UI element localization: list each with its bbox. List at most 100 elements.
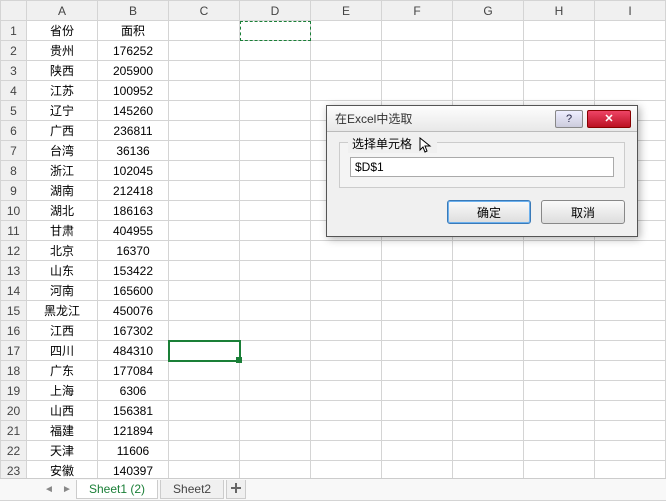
cell[interactable] (169, 41, 240, 61)
row-header[interactable]: 10 (1, 201, 27, 221)
cell[interactable]: 江苏 (27, 81, 98, 101)
cell[interactable] (453, 241, 524, 261)
cell[interactable] (595, 401, 666, 421)
dialog-titlebar[interactable]: 在Excel中选取 ? ✕ (327, 106, 637, 132)
cell[interactable] (382, 261, 453, 281)
cell[interactable]: 辽宁 (27, 101, 98, 121)
cell[interactable] (240, 21, 311, 41)
cell[interactable] (382, 321, 453, 341)
cell[interactable]: 台湾 (27, 141, 98, 161)
cell[interactable] (453, 41, 524, 61)
cell[interactable] (453, 281, 524, 301)
cell[interactable]: 贵州 (27, 41, 98, 61)
column-header[interactable]: F (382, 1, 453, 21)
cell[interactable] (382, 41, 453, 61)
cell[interactable]: 江西 (27, 321, 98, 341)
cell[interactable] (169, 381, 240, 401)
cell[interactable]: 167302 (98, 321, 169, 341)
cell[interactable] (311, 241, 382, 261)
row-header[interactable]: 16 (1, 321, 27, 341)
cell[interactable] (169, 81, 240, 101)
cell[interactable] (240, 141, 311, 161)
cell[interactable]: 404955 (98, 221, 169, 241)
cell[interactable] (311, 421, 382, 441)
cell[interactable] (524, 381, 595, 401)
cell[interactable] (169, 141, 240, 161)
row-header[interactable]: 11 (1, 221, 27, 241)
cell[interactable] (169, 401, 240, 421)
cell[interactable] (524, 261, 595, 281)
row-header[interactable]: 7 (1, 141, 27, 161)
cell[interactable] (595, 341, 666, 361)
cell[interactable] (453, 341, 524, 361)
cell[interactable] (240, 41, 311, 61)
cell[interactable]: 上海 (27, 381, 98, 401)
spreadsheet-grid[interactable]: ABCDEFGHI 1省份面积2贵州1762523陕西2059004江苏1009… (0, 0, 666, 501)
cell[interactable] (169, 301, 240, 321)
tab-nav-next-icon[interactable]: ► (58, 481, 76, 499)
cell[interactable]: 36136 (98, 141, 169, 161)
cell[interactable] (311, 81, 382, 101)
cell[interactable]: 121894 (98, 421, 169, 441)
cell[interactable]: 河南 (27, 281, 98, 301)
new-sheet-button[interactable] (226, 480, 246, 499)
cell[interactable] (240, 441, 311, 461)
cell[interactable]: 广东 (27, 361, 98, 381)
cell[interactable] (169, 101, 240, 121)
cell[interactable] (311, 341, 382, 361)
cell[interactable] (524, 21, 595, 41)
cell[interactable] (311, 261, 382, 281)
cell[interactable] (524, 301, 595, 321)
cell[interactable] (169, 221, 240, 241)
cell[interactable] (311, 441, 382, 461)
cell[interactable] (169, 181, 240, 201)
cell[interactable]: 面积 (98, 21, 169, 41)
cell[interactable] (240, 101, 311, 121)
cell[interactable] (240, 281, 311, 301)
cell[interactable] (595, 61, 666, 81)
cell[interactable] (382, 241, 453, 261)
close-button[interactable]: ✕ (587, 110, 631, 128)
cell[interactable] (240, 201, 311, 221)
cell[interactable]: 236811 (98, 121, 169, 141)
cell[interactable] (595, 361, 666, 381)
cell[interactable] (453, 81, 524, 101)
row-header[interactable]: 21 (1, 421, 27, 441)
select-all-corner[interactable] (1, 1, 27, 21)
cell[interactable] (169, 21, 240, 41)
cell[interactable] (595, 81, 666, 101)
column-header[interactable]: D (240, 1, 311, 21)
cell[interactable] (524, 361, 595, 381)
cell[interactable] (382, 361, 453, 381)
cell[interactable]: 100952 (98, 81, 169, 101)
cell[interactable] (595, 261, 666, 281)
cell[interactable] (240, 421, 311, 441)
row-header[interactable]: 4 (1, 81, 27, 101)
cell[interactable] (240, 81, 311, 101)
cell[interactable] (595, 301, 666, 321)
cell[interactable] (453, 421, 524, 441)
cell[interactable] (595, 281, 666, 301)
cell-reference-input[interactable] (350, 157, 614, 177)
cell[interactable]: 6306 (98, 381, 169, 401)
row-header[interactable]: 6 (1, 121, 27, 141)
cell[interactable] (382, 341, 453, 361)
cell[interactable] (169, 341, 240, 361)
row-header[interactable]: 18 (1, 361, 27, 381)
cell[interactable] (382, 21, 453, 41)
cell[interactable]: 176252 (98, 41, 169, 61)
tab-nav-prev-icon[interactable]: ◄ (40, 481, 58, 499)
cell[interactable] (240, 61, 311, 81)
column-header[interactable]: I (595, 1, 666, 21)
cell[interactable]: 山东 (27, 261, 98, 281)
ok-button[interactable]: 确定 (447, 200, 531, 224)
cell[interactable] (524, 241, 595, 261)
row-header[interactable]: 15 (1, 301, 27, 321)
row-header[interactable]: 12 (1, 241, 27, 261)
cell[interactable]: 湖南 (27, 181, 98, 201)
cell[interactable] (240, 381, 311, 401)
cell[interactable]: 186163 (98, 201, 169, 221)
cell[interactable] (453, 441, 524, 461)
cell[interactable] (169, 201, 240, 221)
row-header[interactable]: 17 (1, 341, 27, 361)
